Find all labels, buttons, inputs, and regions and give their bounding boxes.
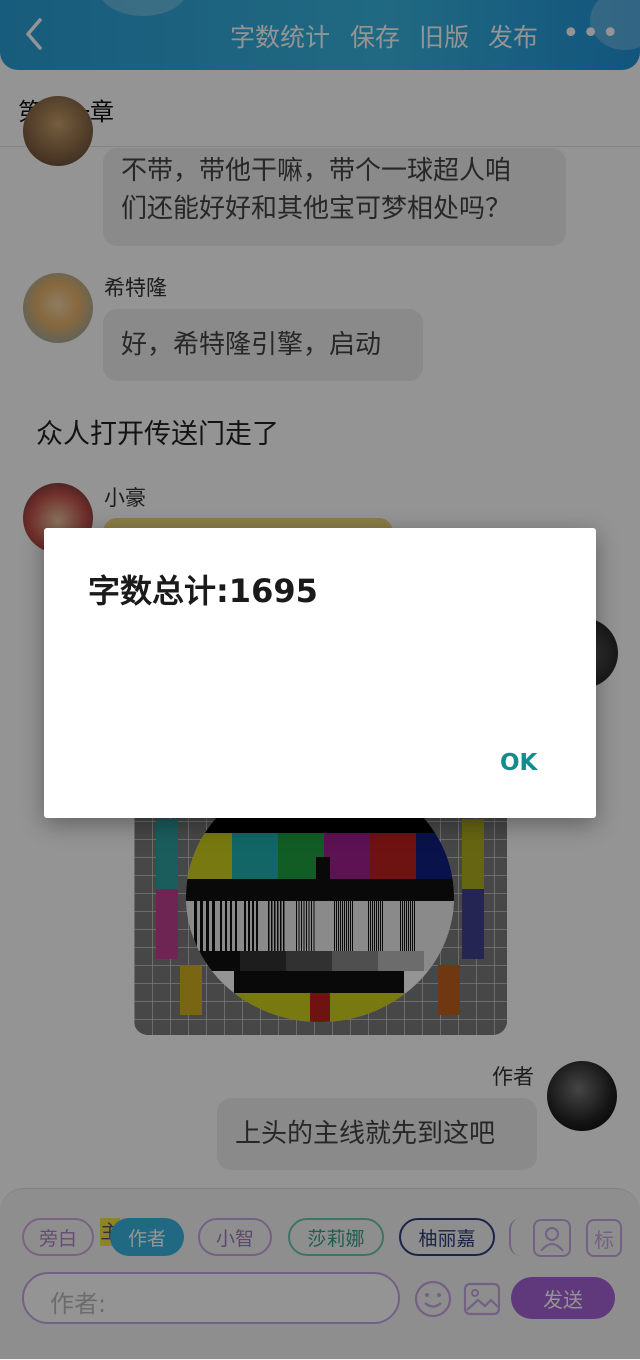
word-count-dialog: 字数总计:1695 OK bbox=[44, 528, 596, 818]
dialog-message: 字数总计:1695 bbox=[88, 572, 318, 610]
ok-button[interactable]: OK bbox=[500, 750, 537, 776]
